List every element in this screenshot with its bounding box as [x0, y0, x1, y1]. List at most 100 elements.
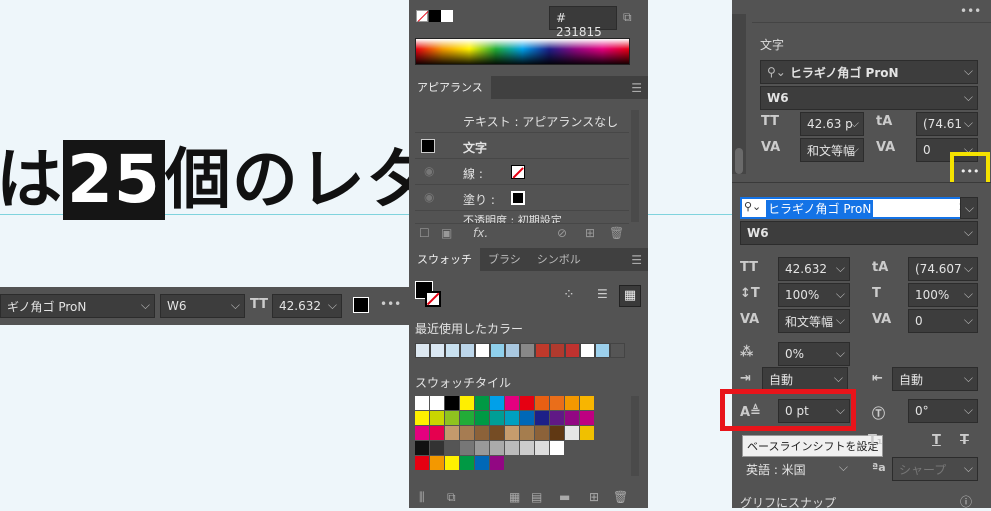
grid-view-icon[interactable]: ▦	[619, 285, 641, 307]
scroll-thumb[interactable]	[735, 148, 743, 174]
swatch[interactable]	[550, 396, 564, 410]
aki-left-dropdown[interactable]: 自動 ⌵	[762, 367, 848, 391]
swatch-options-icon[interactable]: ▦	[509, 490, 520, 504]
more-options-icon[interactable]: •••	[380, 297, 401, 311]
font-weight-dropdown[interactable]: W6 ⌵	[160, 294, 245, 318]
stroke-indicator[interactable]	[425, 291, 441, 307]
swatch[interactable]	[505, 441, 519, 455]
appearance-scrollbar[interactable]	[631, 110, 639, 222]
swatch[interactable]	[535, 426, 549, 440]
vertical-scale-field[interactable]: 100% ⌵	[778, 283, 850, 307]
language-dropdown[interactable]: 英語 : 米国 ⌵	[740, 457, 852, 481]
aki-right-dropdown[interactable]: 自動 ⌵	[892, 367, 978, 391]
swatch[interactable]	[505, 411, 519, 425]
swatch[interactable]	[565, 426, 579, 440]
appearance-row-character[interactable]: 文字	[415, 134, 629, 159]
baseline-shift-field[interactable]: 0 pt ⌵	[778, 399, 850, 423]
swatch[interactable]	[550, 441, 564, 455]
swatch[interactable]	[445, 456, 459, 470]
selected-text[interactable]: 25	[63, 140, 165, 220]
document-canvas-right[interactable]	[648, 0, 732, 508]
rotation-field[interactable]: 0° ⌵	[908, 399, 978, 423]
swatch[interactable]	[415, 441, 429, 455]
recent-color-swatch[interactable]	[490, 343, 505, 358]
swatch[interactable]	[430, 456, 444, 470]
swatch[interactable]	[520, 411, 534, 425]
swatch[interactable]	[445, 426, 459, 440]
underline-icon[interactable]: T	[932, 433, 941, 448]
font-size-field[interactable]: 42.63 p ⌵	[800, 112, 864, 136]
place-swatch-icon[interactable]: ⧉	[447, 490, 456, 505]
swatch[interactable]	[415, 456, 429, 470]
black-swatch[interactable]	[429, 10, 441, 22]
swatch-scrollbar[interactable]	[631, 396, 639, 476]
swatch[interactable]	[505, 396, 519, 410]
swatch[interactable]	[430, 411, 444, 425]
tracking-field[interactable]: 0 ⌵	[908, 309, 978, 333]
tsume-field[interactable]: 0% ⌵	[778, 342, 850, 366]
color-spectrum[interactable]	[415, 38, 630, 65]
list-view-icon[interactable]: ☰	[597, 287, 608, 301]
font-size-field[interactable]: 42.632 ⌵	[778, 257, 850, 281]
new-group-icon[interactable]: ▬	[559, 490, 570, 504]
swatch[interactable]	[445, 396, 459, 410]
swatch[interactable]	[415, 411, 429, 425]
swatch[interactable]	[565, 396, 579, 410]
swatch[interactable]	[490, 396, 504, 410]
recent-color-swatch[interactable]	[550, 343, 565, 358]
font-weight-dropdown[interactable]: W6 ⌵	[760, 86, 978, 110]
swatch[interactable]	[475, 441, 489, 455]
fill-swatch-icon[interactable]	[511, 191, 525, 205]
recent-color-swatch[interactable]	[610, 343, 625, 358]
anti-alias-dropdown[interactable]: シャープ ⌵	[892, 457, 978, 481]
tab-appearance[interactable]: アピアランス	[409, 76, 491, 99]
panel-menu-icon[interactable]: ☰	[631, 81, 642, 95]
stroke-none-swatch-icon[interactable]	[511, 165, 525, 179]
font-dropdown-toggle[interactable]: ⌵	[960, 197, 978, 219]
swatch[interactable]	[430, 396, 444, 410]
appearance-row-opacity[interactable]: 不透明度 : 初期設定	[415, 212, 629, 224]
recent-color-swatch[interactable]	[565, 343, 580, 358]
fx-icon[interactable]: fx.	[473, 226, 488, 240]
recent-color-swatch[interactable]	[460, 343, 475, 358]
font-weight-dropdown[interactable]: W6 ⌵	[740, 221, 978, 245]
swatch[interactable]	[445, 441, 459, 455]
swatch[interactable]	[460, 411, 474, 425]
recent-color-swatch[interactable]	[445, 343, 460, 358]
tab-symbols[interactable]: シンボル	[529, 248, 589, 271]
more-icon[interactable]: •••	[960, 4, 981, 18]
hex-input[interactable]: # 231815	[549, 6, 617, 39]
swatch[interactable]	[415, 426, 429, 440]
swatch[interactable]	[520, 441, 534, 455]
tab-swatches[interactable]: スウォッチ	[409, 248, 480, 271]
swatch[interactable]	[580, 396, 594, 410]
leading-field[interactable]: (74.607 ⌵	[908, 257, 978, 281]
color-group-icon[interactable]: ▤	[531, 490, 542, 504]
recent-color-swatch[interactable]	[475, 343, 490, 358]
swatch[interactable]	[535, 411, 549, 425]
swatch[interactable]	[535, 396, 549, 410]
swatch[interactable]	[460, 426, 474, 440]
font-family-dropdown[interactable]: ギノ角ゴ ProN ⌵	[0, 294, 155, 318]
canvas-text[interactable]: は25個のレタ	[0, 140, 433, 220]
leading-field[interactable]: (74.61 ⌵	[916, 112, 978, 136]
kerning-dropdown[interactable]: 和文等幅 ⌵	[800, 138, 864, 162]
out-of-gamut-icon[interactable]: ⧉	[623, 10, 632, 25]
subscript-icon[interactable]: T₁	[868, 433, 883, 448]
swatch[interactable]	[460, 396, 474, 410]
swatch[interactable]	[430, 441, 444, 455]
swatch[interactable]	[490, 426, 504, 440]
trash-icon[interactable]: 🗑	[613, 490, 628, 504]
swatch[interactable]	[520, 396, 534, 410]
kerning-dropdown[interactable]: 和文等幅 ⌵	[778, 309, 850, 333]
recent-color-swatch[interactable]	[430, 343, 445, 358]
swatch[interactable]	[565, 411, 579, 425]
clear-icon[interactable]: ⊘	[557, 226, 567, 240]
none-swatch-icon[interactable]	[416, 10, 429, 22]
font-family-dropdown[interactable]: ⚲⌄ ヒラギノ角ゴ ProN ⌵	[760, 60, 978, 84]
swatch[interactable]	[460, 441, 474, 455]
library-icon[interactable]: ⫼	[419, 490, 425, 505]
swatch[interactable]	[580, 411, 594, 425]
swatch[interactable]	[490, 411, 504, 425]
font-search-input[interactable]: ⚲⌄ヒラギノ角ゴ ProN✕	[740, 197, 978, 219]
